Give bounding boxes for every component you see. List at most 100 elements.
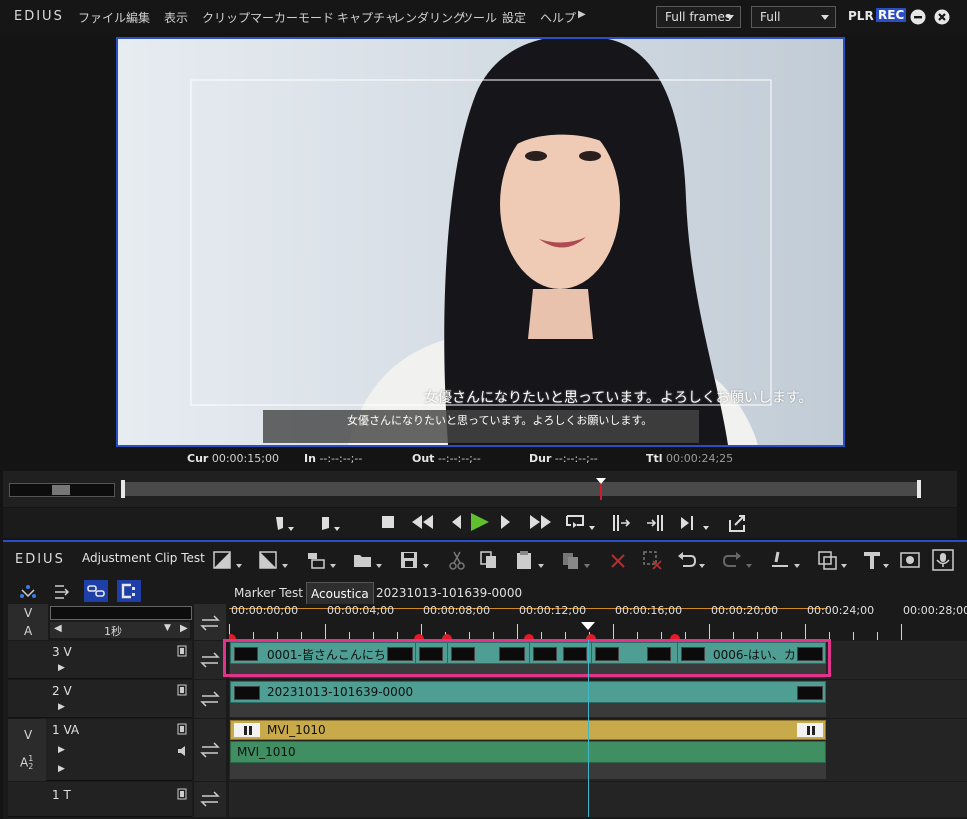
tab-acoustica[interactable]: Acoustica	[306, 582, 374, 604]
menu-item[interactable]: 設定	[502, 9, 526, 26]
menu-item[interactable]: マーカー	[250, 9, 298, 26]
shuttle-slider[interactable]	[9, 483, 115, 497]
set-in-icon[interactable]	[273, 514, 295, 534]
video-track-icon[interactable]	[177, 645, 187, 657]
timeline-playhead-line[interactable]	[588, 640, 590, 817]
scrub-playhead[interactable]	[595, 478, 606, 500]
trim-in-icon[interactable]	[611, 513, 631, 533]
sync-3v[interactable]	[194, 641, 226, 679]
timescale-selector[interactable]: ◀ 1秒 ▼ ▶	[50, 622, 190, 638]
menu-item[interactable]: キャプチャ	[337, 9, 397, 26]
speaker-icon[interactable]	[177, 745, 189, 757]
video-track-icon[interactable]	[177, 684, 187, 696]
position-bar[interactable]	[121, 478, 921, 500]
menu-item[interactable]: モード	[298, 9, 334, 26]
step-back-icon[interactable]	[450, 514, 462, 530]
tab-sequence-20231013[interactable]: 20231013-101639-0000	[372, 582, 526, 604]
voice-over-icon[interactable]	[932, 549, 954, 571]
video-track-icon[interactable]	[177, 788, 187, 800]
clip-2v[interactable]: 20231013-101639-0000	[230, 681, 826, 703]
link-toggle[interactable]	[84, 580, 108, 602]
track-header-3v[interactable]: 3 V ▶	[8, 641, 192, 679]
clip-1va-audio[interactable]: MVI_1010	[230, 741, 826, 763]
va-side-labels: V A1 2	[8, 719, 46, 781]
preview-window[interactable]: 女優さんになりたいと思っています。よろしくお願いします。 女優さんになりたいと思…	[116, 37, 845, 447]
volume-line-icon[interactable]	[770, 550, 804, 572]
ruler-playhead[interactable]	[581, 620, 596, 632]
lane-1t[interactable]	[229, 782, 967, 817]
quality-dropdown[interactable]: Full	[751, 6, 836, 28]
trim-out-icon[interactable]	[645, 513, 665, 533]
sequence-icon[interactable]	[306, 550, 340, 572]
redo-icon[interactable]	[722, 550, 756, 572]
track-side-v[interactable]: V	[24, 728, 32, 742]
expand-icon[interactable]: ▶	[58, 745, 65, 755]
copy-icon[interactable]	[479, 550, 499, 572]
snap-toggle[interactable]	[117, 580, 141, 602]
video-track-icon[interactable]	[177, 723, 187, 735]
sync-1va[interactable]	[194, 719, 226, 781]
chevron-down-icon[interactable]: ▼	[164, 623, 171, 633]
menu-item[interactable]: クリップ	[202, 9, 250, 26]
track-header-2v[interactable]: 2 V ▶	[8, 680, 192, 718]
menu-item[interactable]: ヘルプ	[540, 9, 576, 26]
v-channel-label[interactable]: V	[24, 606, 32, 620]
loop-icon[interactable]	[565, 513, 599, 533]
scale-left-icon[interactable]: ◀	[54, 623, 62, 634]
sync-2v[interactable]	[194, 680, 226, 718]
expand-icon[interactable]: ▶	[58, 702, 65, 712]
set-out-icon[interactable]	[319, 514, 341, 534]
delete-icon[interactable]	[608, 550, 628, 572]
transport-bar	[3, 508, 957, 538]
minimize-icon[interactable]	[910, 9, 926, 25]
menu-item[interactable]: 表示	[164, 9, 188, 26]
expand-icon[interactable]: ▶	[58, 663, 65, 673]
fast-forward-icon[interactable]	[529, 514, 553, 530]
film-thumb-icon	[797, 723, 823, 737]
frames-dropdown[interactable]: Full frames	[656, 6, 741, 28]
a-channel-label[interactable]: A	[24, 624, 32, 638]
cut-icon[interactable]	[448, 550, 466, 572]
rec-label[interactable]: REC	[876, 8, 907, 22]
sync-1t[interactable]	[194, 782, 226, 817]
insert-mode-icon[interactable]	[52, 582, 74, 602]
rewind-icon[interactable]	[411, 514, 435, 530]
timeline-ruler[interactable]: 00:00:00;00 00:00:04;00 00:00:08;00 00:00:1…	[229, 604, 967, 640]
menu-item[interactable]: レンダリング	[393, 9, 465, 26]
folder-icon[interactable]	[352, 550, 386, 572]
scrub-end-handle[interactable]	[917, 480, 921, 498]
out-point-icon[interactable]	[258, 550, 292, 572]
track-header-1va[interactable]: V A1 2 1 VA ▶ ▶	[8, 719, 192, 781]
in-point-icon[interactable]	[212, 550, 246, 572]
zoom-bar[interactable]	[50, 606, 192, 620]
track-side-a[interactable]: A1 2	[20, 755, 33, 771]
shuttle-handle[interactable]	[52, 485, 70, 495]
menu-item[interactable]: ツール	[461, 9, 497, 26]
ripple-delete-icon[interactable]	[642, 550, 664, 572]
sync-header[interactable]	[194, 604, 226, 640]
save-icon[interactable]	[399, 550, 433, 572]
close-icon[interactable]	[934, 9, 950, 25]
clip-1va-video[interactable]: MVI_1010	[230, 720, 826, 740]
play-icon[interactable]	[469, 512, 491, 532]
menu-item[interactable]: ファイル	[78, 9, 126, 26]
undo-icon[interactable]	[675, 550, 709, 572]
paste-icon[interactable]	[514, 550, 548, 572]
tab-marker-test[interactable]: Marker Test	[230, 582, 307, 604]
title-icon[interactable]	[862, 550, 892, 572]
scale-right-icon[interactable]: ▶	[180, 623, 188, 634]
stop-icon[interactable]	[381, 515, 395, 529]
step-forward-icon[interactable]	[500, 514, 512, 530]
snapshot-icon[interactable]	[899, 549, 921, 571]
plr-label[interactable]: PLR	[848, 9, 874, 23]
scrub-start-handle[interactable]	[121, 480, 125, 498]
menu-more-icon[interactable]: ▶	[578, 9, 586, 20]
marker-jump-icon[interactable]	[679, 513, 713, 533]
layout-icon[interactable]	[817, 550, 851, 572]
export-icon[interactable]	[727, 512, 749, 534]
track-header-1t[interactable]: 1 T	[8, 782, 192, 817]
menu-item[interactable]: 編集	[126, 9, 150, 26]
paste-insert-icon[interactable]	[560, 550, 594, 572]
ripple-mode-icon[interactable]	[18, 582, 40, 602]
expand-icon[interactable]: ▶	[58, 764, 65, 774]
